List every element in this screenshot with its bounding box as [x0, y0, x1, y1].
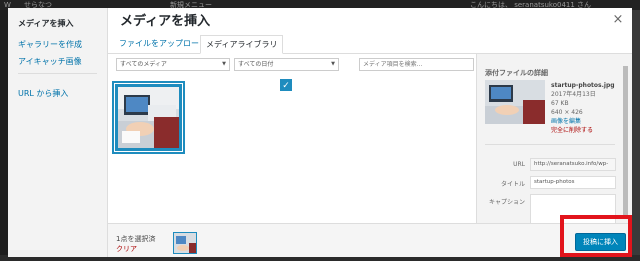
menu-item-featured-image[interactable]: アイキャッチ画像: [8, 56, 107, 67]
tab-media-library[interactable]: メディアライブラリ: [200, 35, 284, 54]
menu-item-create-gallery[interactable]: ギャラリーを作成: [8, 39, 107, 50]
attachment-details: 添付ファイルの詳細 startup-photos.jpg 2017年4月13日 …: [476, 54, 632, 231]
router-tabs: ファイルをアップロード メディアライブラリ: [108, 32, 632, 54]
details-thumbnail: [485, 80, 545, 124]
selection-thumbnail[interactable]: [173, 232, 197, 254]
details-heading: 添付ファイルの詳細: [485, 69, 548, 77]
details-info: startup-photos.jpg 2017年4月13日 67 KB 640 …: [551, 81, 627, 135]
tab-upload-files[interactable]: ファイルをアップロード: [114, 35, 212, 54]
menu-item-insert-media[interactable]: メディアを挿入: [8, 18, 107, 29]
details-scrollbar[interactable]: [623, 66, 628, 216]
caption-label: キャプション: [488, 199, 525, 206]
date-filter[interactable]: すべての日付 ▼: [234, 58, 339, 71]
title-label: タイトル: [500, 181, 525, 188]
selection-count: 1点を選択済: [116, 235, 156, 243]
details-date: 2017年4月13日: [551, 91, 596, 98]
attachments-toolbar: すべてのメディア ▼ すべての日付 ▼: [108, 54, 476, 78]
chevron-down-icon: ▼: [222, 61, 226, 67]
attachment-image: [118, 87, 179, 148]
menu-divider: [18, 73, 97, 74]
media-type-filter[interactable]: すべてのメディア ▼: [116, 58, 230, 71]
details-dimensions: 640 × 426: [551, 109, 583, 116]
date-filter-value: すべての日付: [238, 61, 274, 68]
attachment-startup-photos[interactable]: [115, 84, 182, 151]
close-icon[interactable]: ×: [608, 10, 628, 30]
highlight-frame: [560, 215, 632, 257]
menu-item-insert-from-url[interactable]: URL から挿入: [8, 88, 107, 99]
url-label: URL: [513, 161, 525, 168]
selection-image: [174, 233, 196, 253]
wp-admin-sidebar: [0, 10, 8, 261]
media-menu: メディアを挿入 ギャラリーを作成 アイキャッチ画像 URL から挿入: [8, 8, 108, 257]
delete-permanently-link[interactable]: 完全に削除する: [551, 126, 627, 135]
details-size: 67 KB: [551, 100, 569, 107]
media-modal: メディアを挿入 ギャラリーを作成 アイキャッチ画像 URL から挿入 メディアを…: [8, 8, 632, 257]
details-image: [485, 80, 545, 124]
title-field[interactable]: startup-photos: [530, 176, 616, 189]
details-divider: [485, 144, 615, 145]
edit-image-link[interactable]: 画像を編集: [551, 117, 627, 126]
checkmark-icon[interactable]: ✓: [279, 78, 293, 92]
chevron-down-icon: ▼: [331, 61, 335, 67]
media-search-input[interactable]: [359, 58, 474, 71]
media-toolbar-footer: 1点を選択済 クリア 投稿に挿入: [108, 223, 632, 257]
clear-selection-link[interactable]: クリア: [116, 244, 137, 254]
url-field[interactable]: http://seranatsuko.info/wp-: [530, 158, 616, 171]
media-type-filter-value: すべてのメディア: [120, 61, 167, 68]
attachments-grid: ✓: [108, 78, 476, 228]
details-filename: startup-photos.jpg: [551, 82, 615, 89]
